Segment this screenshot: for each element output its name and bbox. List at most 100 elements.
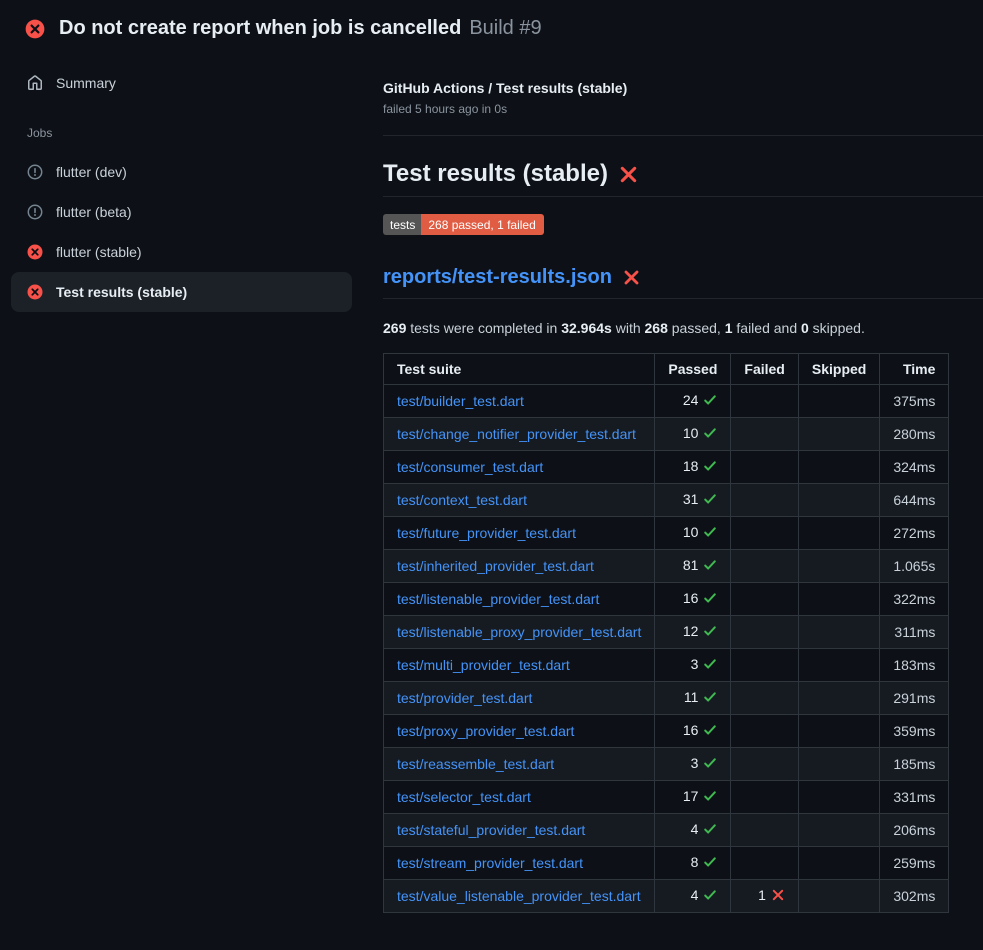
jobs-section-label: Jobs	[0, 126, 383, 140]
test-suite-cell: test/context_test.dart	[384, 484, 655, 517]
passed-cell: 16	[655, 715, 731, 748]
check-icon	[703, 888, 717, 905]
test-suite-link[interactable]: test/inherited_provider_test.dart	[397, 558, 594, 574]
test-suite-link[interactable]: test/value_listenable_provider_test.dart	[397, 888, 641, 904]
time-cell: 324ms	[880, 451, 949, 484]
check-icon	[703, 723, 717, 740]
test-suite-cell: test/value_listenable_provider_test.dart	[384, 880, 655, 913]
skipped-cell	[798, 649, 879, 682]
column-header-4: Time	[880, 354, 949, 385]
results-table-body: test/builder_test.dart24375mstest/change…	[384, 385, 949, 913]
passed-count: 268	[645, 320, 668, 336]
time-cell: 331ms	[880, 781, 949, 814]
test-suite-link[interactable]: test/future_provider_test.dart	[397, 525, 576, 541]
failed-cell	[731, 781, 798, 814]
test-suite-link[interactable]: test/provider_test.dart	[397, 690, 532, 706]
check-icon	[703, 459, 717, 476]
passed-cell: 11	[655, 682, 731, 715]
passed-cell: 24	[655, 385, 731, 418]
failed-cell	[731, 814, 798, 847]
sidebar-item-summary[interactable]: Summary	[0, 66, 383, 100]
skipped-cell	[798, 781, 879, 814]
section-heading-title: Test results (stable)	[383, 160, 608, 188]
failed-cell: 1	[731, 880, 798, 913]
test-suite-cell: test/listenable_proxy_provider_test.dart	[384, 616, 655, 649]
time-cell: 185ms	[880, 748, 949, 781]
passed-cell: 8	[655, 847, 731, 880]
table-row: test/value_listenable_provider_test.dart…	[384, 880, 949, 913]
skipped-cell	[798, 484, 879, 517]
section-heading: Test results (stable)	[383, 160, 983, 197]
test-suite-link[interactable]: test/reassemble_test.dart	[397, 756, 554, 772]
run-header: Do not create report when job is cancell…	[0, 0, 983, 50]
check-icon	[703, 426, 717, 443]
failed-cell	[731, 583, 798, 616]
failed-cell	[731, 484, 798, 517]
sidebar-item-job-2[interactable]: flutter (stable)	[11, 232, 352, 272]
test-suite-cell: test/multi_provider_test.dart	[384, 649, 655, 682]
test-suite-link[interactable]: test/context_test.dart	[397, 492, 527, 508]
total-count: 269	[383, 320, 406, 336]
time-cell: 1.065s	[880, 550, 949, 583]
test-suite-link[interactable]: test/selector_test.dart	[397, 789, 531, 805]
tests-badge: tests 268 passed, 1 failed	[383, 214, 544, 235]
report-file-heading: reports/test-results.json	[383, 266, 983, 299]
test-suite-cell: test/proxy_provider_test.dart	[384, 715, 655, 748]
run-failed-icon	[25, 19, 45, 39]
sidebar-item-job-1[interactable]: flutter (beta)	[11, 192, 352, 232]
check-icon	[703, 822, 717, 839]
table-row: test/inherited_provider_test.dart 81 1.065…	[384, 550, 949, 583]
test-suite-link[interactable]: test/builder_test.dart	[397, 393, 524, 409]
test-suite-link[interactable]: test/proxy_provider_test.dart	[397, 723, 574, 739]
time-cell: 359ms	[880, 715, 949, 748]
failed-cell	[731, 550, 798, 583]
tests-badge-value: 268 passed, 1 failed	[421, 214, 543, 235]
test-suite-link[interactable]: test/multi_provider_test.dart	[397, 657, 570, 673]
test-suite-link[interactable]: test/listenable_provider_test.dart	[397, 591, 599, 607]
check-icon	[703, 789, 717, 806]
sidebar-summary-label: Summary	[56, 75, 116, 91]
passed-cell: 4	[655, 814, 731, 847]
check-icon	[703, 756, 717, 773]
check-icon	[703, 591, 717, 608]
test-suite-cell: test/provider_test.dart	[384, 682, 655, 715]
test-suite-cell: test/reassemble_test.dart	[384, 748, 655, 781]
failed-cell	[731, 616, 798, 649]
time-cell: 291ms	[880, 682, 949, 715]
failed-cell	[731, 451, 798, 484]
report-file-link[interactable]: reports/test-results.json	[383, 266, 612, 289]
time-cell: 311ms	[880, 616, 949, 649]
skipped-cell	[798, 616, 879, 649]
passed-cell: 16	[655, 583, 731, 616]
sidebar-item-job-0[interactable]: flutter (dev)	[11, 152, 352, 192]
time-cell: 302ms	[880, 880, 949, 913]
test-suite-link[interactable]: test/stream_provider_test.dart	[397, 855, 583, 871]
time-cell: 206ms	[880, 814, 949, 847]
check-icon	[703, 393, 717, 410]
test-suite-link[interactable]: test/change_notifier_provider_test.dart	[397, 426, 636, 442]
table-row: test/listenable_proxy_provider_test.dart…	[384, 616, 949, 649]
x-icon	[771, 888, 785, 905]
breadcrumb: GitHub Actions / Test results (stable)	[383, 80, 983, 96]
test-suite-cell: test/listenable_provider_test.dart	[384, 583, 655, 616]
check-icon	[703, 657, 717, 674]
passed-cell: 10	[655, 517, 731, 550]
test-suite-cell: test/stateful_provider_test.dart	[384, 814, 655, 847]
test-suite-link[interactable]: test/consumer_test.dart	[397, 459, 543, 475]
test-suite-link[interactable]: test/listenable_proxy_provider_test.dart	[397, 624, 641, 640]
main-content: GitHub Actions / Test results (stable) f…	[383, 50, 983, 913]
test-suite-link[interactable]: test/stateful_provider_test.dart	[397, 822, 585, 838]
results-table: Test suitePassedFailedSkippedTime test/b…	[383, 353, 949, 913]
failed-cell	[731, 715, 798, 748]
passed-cell: 18	[655, 451, 731, 484]
table-row: test/context_test.dart31644ms	[384, 484, 949, 517]
failed-cell	[731, 385, 798, 418]
time-cell: 280ms	[880, 418, 949, 451]
passed-cell: 81	[655, 550, 731, 583]
table-row: test/selector_test.dart17331ms	[384, 781, 949, 814]
sidebar-item-job-3[interactable]: Test results (stable)	[11, 272, 352, 312]
skipped-cell	[798, 715, 879, 748]
time-cell: 322ms	[880, 583, 949, 616]
failed-cell	[731, 418, 798, 451]
passed-cell: 3	[655, 649, 731, 682]
